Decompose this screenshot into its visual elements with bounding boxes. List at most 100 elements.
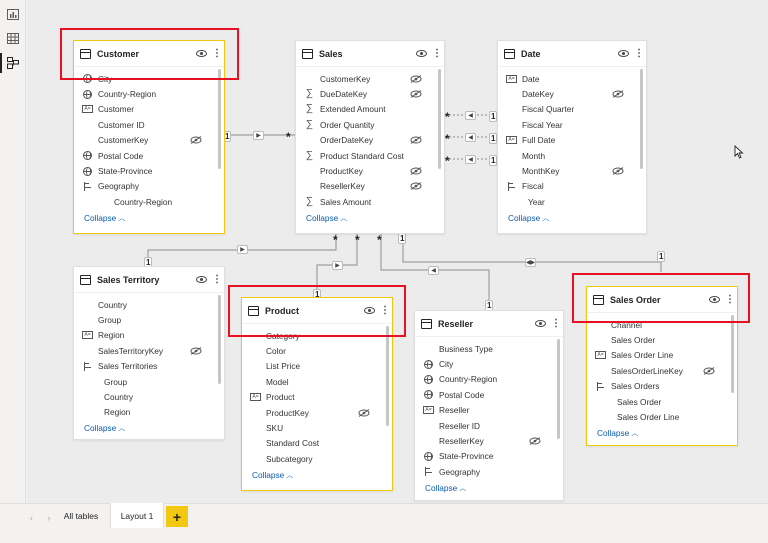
visibility-eye-icon[interactable]	[535, 320, 546, 327]
field-list-scrollbar[interactable]	[218, 295, 221, 384]
rel-direction-date2[interactable]: ◀	[465, 133, 476, 142]
more-options-icon[interactable]: ⋮	[212, 274, 222, 285]
tab-layout-1[interactable]: Layout 1	[110, 503, 164, 528]
rel-direction-customer-sales[interactable]: ▶	[253, 131, 264, 140]
field-item[interactable]: Fiscal Year	[498, 117, 646, 132]
model-canvas[interactable]: 1 ▶ * * ◀ 1 * ◀ 1 * ◀ 1 * * * 1 ▶ 1 ▶ 1 …	[27, 0, 768, 503]
field-item[interactable]: SKU	[242, 420, 392, 435]
field-item[interactable]: Sales Order	[587, 394, 737, 409]
table-card-date[interactable]: Date ⋮ A= Date DateKey Fiscal Quarter Fiscal Y…	[497, 40, 647, 234]
table-header[interactable]: Sales Territory ⋮	[74, 267, 224, 293]
rel-direction-date1[interactable]: ◀	[465, 111, 476, 120]
field-item[interactable]: State-Province	[74, 163, 224, 178]
collapse-link[interactable]: Collapse ︿	[296, 210, 444, 226]
field-item[interactable]: Group	[74, 312, 224, 327]
field-item[interactable]: Country-Region	[415, 372, 563, 387]
field-item[interactable]: List Price	[242, 359, 392, 374]
table-card-reseller[interactable]: Reseller ⋮ Business Type City Country-Region…	[414, 310, 564, 501]
field-list-scrollbar[interactable]	[218, 69, 221, 169]
rel-bidirectional-salesorder[interactable]: ◀▶	[525, 258, 536, 267]
field-item[interactable]: State-Province	[415, 449, 563, 464]
field-item[interactable]: ProductKey	[242, 405, 392, 420]
collapse-link[interactable]: Collapse ︿	[242, 467, 392, 483]
visibility-eye-icon[interactable]	[618, 50, 629, 57]
field-item[interactable]: Sales Orders	[587, 379, 737, 394]
field-item[interactable]: Business Type	[415, 341, 563, 356]
field-item[interactable]: ResellerKey	[415, 433, 563, 448]
field-item[interactable]: SalesOrderLineKey	[587, 363, 737, 378]
field-item[interactable]: Country-Region	[74, 194, 224, 209]
more-options-icon[interactable]: ⋮	[551, 318, 561, 329]
field-item[interactable]: ∑ Product Standard Cost	[296, 148, 444, 163]
rel-direction-date3[interactable]: ◀	[465, 155, 476, 164]
tab-scroll-arrows[interactable]: ‹ ›	[30, 513, 57, 523]
table-header[interactable]: Sales ⋮	[296, 41, 444, 67]
collapse-link[interactable]: Collapse ︿	[74, 210, 224, 226]
field-item[interactable]: Reseller ID	[415, 418, 563, 433]
visibility-eye-icon[interactable]	[196, 276, 207, 283]
field-item[interactable]: Fiscal	[498, 179, 646, 194]
table-card-sales[interactable]: Sales ⋮ CustomerKey ∑ DueDateKey ∑ Extended Am…	[295, 40, 445, 234]
field-item[interactable]: Postal Code	[415, 387, 563, 402]
field-item[interactable]: ∑ Extended Amount	[296, 102, 444, 117]
field-list-scrollbar[interactable]	[438, 69, 441, 169]
field-item[interactable]: Sales Order	[587, 332, 737, 347]
rel-direction-reseller[interactable]: ◀	[428, 266, 439, 275]
field-item[interactable]: A= Full Date	[498, 133, 646, 148]
collapse-link[interactable]: Collapse ︿	[74, 420, 224, 436]
field-item[interactable]: A= Product	[242, 390, 392, 405]
collapse-link[interactable]: Collapse ︿	[415, 480, 563, 496]
field-item[interactable]: Month	[498, 148, 646, 163]
field-item[interactable]: ∑ Order Quantity	[296, 117, 444, 132]
field-item[interactable]: ∑ Sales Amount	[296, 194, 444, 209]
data-view-icon[interactable]	[5, 30, 21, 46]
field-item[interactable]: Country	[74, 297, 224, 312]
field-item[interactable]: Country	[74, 389, 224, 404]
table-header[interactable]: Reseller ⋮	[415, 311, 563, 337]
field-item[interactable]: CustomerKey	[296, 71, 444, 86]
visibility-eye-icon[interactable]	[416, 50, 427, 57]
field-item[interactable]: A= Reseller	[415, 403, 563, 418]
field-item[interactable]: Model	[242, 374, 392, 389]
field-item[interactable]: Geography	[74, 179, 224, 194]
field-item[interactable]: A= Sales Order Line	[587, 348, 737, 363]
field-item[interactable]: ProductKey	[296, 163, 444, 178]
field-item[interactable]: Color	[242, 343, 392, 358]
field-item[interactable]: Geography	[415, 464, 563, 479]
field-item[interactable]: Region	[74, 405, 224, 420]
field-list-scrollbar[interactable]	[731, 315, 734, 394]
field-list-scrollbar[interactable]	[640, 69, 643, 169]
table-card-sales-territory[interactable]: Sales Territory ⋮ Country Group A= Region Sale…	[73, 266, 225, 440]
add-layout-button[interactable]: +	[166, 506, 188, 527]
field-item[interactable]: A= Customer	[74, 102, 224, 117]
field-item[interactable]: Country-Region	[74, 86, 224, 101]
field-item[interactable]: City	[415, 356, 563, 371]
field-item[interactable]: OrderDateKey	[296, 133, 444, 148]
rel-direction-territory[interactable]: ▶	[237, 245, 248, 254]
field-list-scrollbar[interactable]	[557, 339, 560, 439]
report-view-icon[interactable]	[5, 6, 21, 22]
field-item[interactable]: A= Date	[498, 71, 646, 86]
more-options-icon[interactable]: ⋮	[432, 48, 442, 59]
tab-all-tables[interactable]: All tables	[56, 503, 106, 528]
field-item[interactable]: MonthKey	[498, 163, 646, 178]
field-item[interactable]: ResellerKey	[296, 179, 444, 194]
field-item[interactable]: Year	[498, 194, 646, 209]
more-options-icon[interactable]: ⋮	[634, 48, 644, 59]
field-item[interactable]: Sales Order Line	[587, 409, 737, 424]
field-item[interactable]: CustomerKey	[74, 133, 224, 148]
field-item[interactable]: A= Region	[74, 328, 224, 343]
table-header[interactable]: Date ⋮	[498, 41, 646, 67]
field-item[interactable]: SalesTerritoryKey	[74, 343, 224, 358]
field-item[interactable]: Group	[74, 374, 224, 389]
field-item[interactable]: Subcategory	[242, 451, 392, 466]
collapse-link[interactable]: Collapse ︿	[587, 425, 737, 441]
field-item[interactable]: Customer ID	[74, 117, 224, 132]
field-item[interactable]: Fiscal Quarter	[498, 102, 646, 117]
model-view-icon[interactable]	[0, 53, 21, 73]
collapse-link[interactable]: Collapse ︿	[498, 210, 646, 226]
field-item[interactable]: Sales Territories	[74, 359, 224, 374]
field-item[interactable]: Standard Cost	[242, 436, 392, 451]
field-item[interactable]: Postal Code	[74, 148, 224, 163]
field-item[interactable]: DateKey	[498, 86, 646, 101]
